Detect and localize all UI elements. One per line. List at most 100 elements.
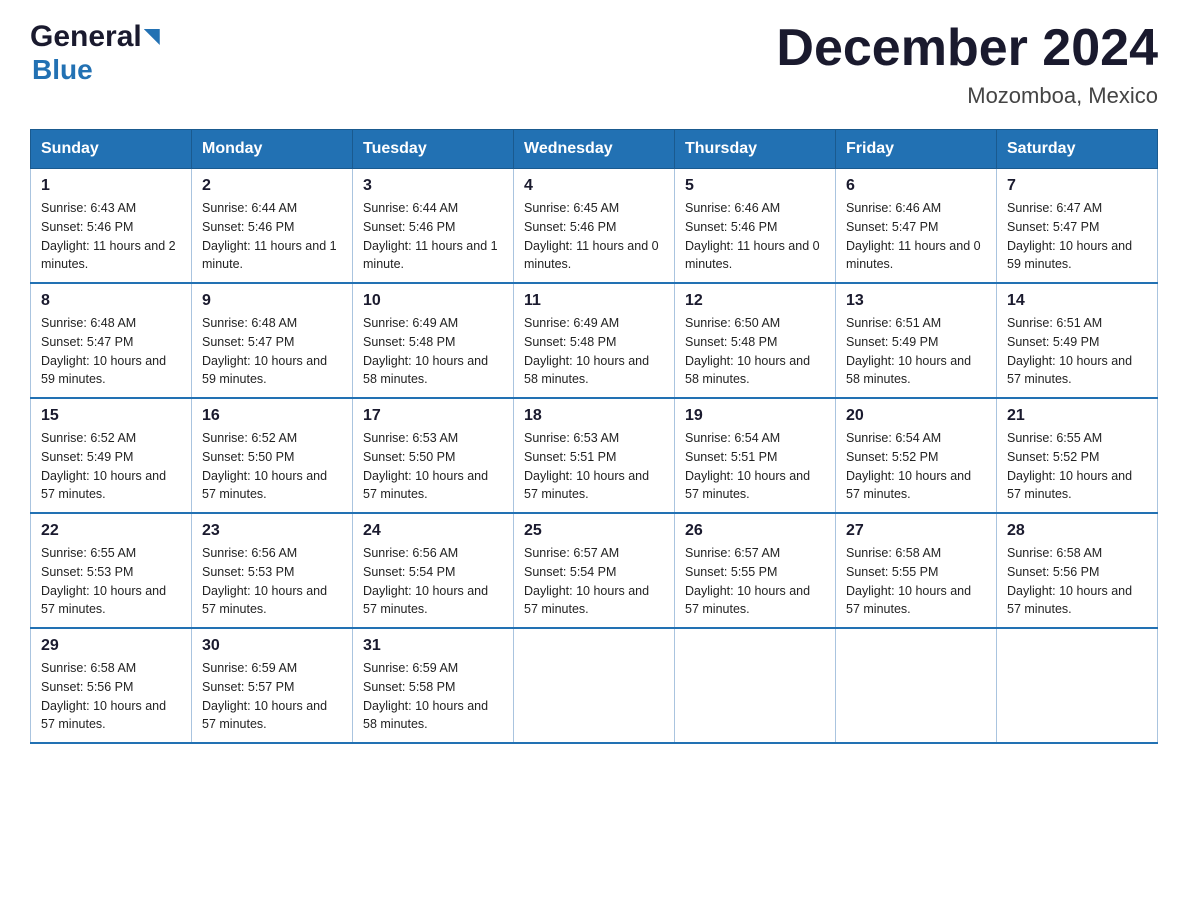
table-row: 1 Sunrise: 6:43 AMSunset: 5:46 PMDayligh… [31,169,192,284]
table-row: 3 Sunrise: 6:44 AMSunset: 5:46 PMDayligh… [353,169,514,284]
table-row: 12 Sunrise: 6:50 AMSunset: 5:48 PMDaylig… [675,283,836,398]
day-number: 25 [524,522,664,540]
day-info: Sunrise: 6:51 AMSunset: 5:49 PMDaylight:… [846,316,971,386]
table-row: 23 Sunrise: 6:56 AMSunset: 5:53 PMDaylig… [192,513,353,628]
day-info: Sunrise: 6:52 AMSunset: 5:50 PMDaylight:… [202,431,327,501]
page-header: General Blue December 2024 Mozomboa, Mex… [30,20,1158,109]
day-number: 5 [685,177,825,195]
day-info: Sunrise: 6:58 AMSunset: 5:55 PMDaylight:… [846,546,971,616]
table-row: 11 Sunrise: 6:49 AMSunset: 5:48 PMDaylig… [514,283,675,398]
day-info: Sunrise: 6:44 AMSunset: 5:46 PMDaylight:… [363,201,498,271]
day-info: Sunrise: 6:47 AMSunset: 5:47 PMDaylight:… [1007,201,1132,271]
day-number: 12 [685,292,825,310]
day-info: Sunrise: 6:56 AMSunset: 5:54 PMDaylight:… [363,546,488,616]
table-row: 31 Sunrise: 6:59 AMSunset: 5:58 PMDaylig… [353,628,514,743]
day-number: 22 [41,522,181,540]
day-number: 6 [846,177,986,195]
calendar-week-2: 8 Sunrise: 6:48 AMSunset: 5:47 PMDayligh… [31,283,1158,398]
day-info: Sunrise: 6:46 AMSunset: 5:46 PMDaylight:… [685,201,820,271]
day-info: Sunrise: 6:59 AMSunset: 5:58 PMDaylight:… [363,661,488,731]
day-number: 29 [41,637,181,655]
day-info: Sunrise: 6:48 AMSunset: 5:47 PMDaylight:… [41,316,166,386]
day-number: 15 [41,407,181,425]
day-number: 14 [1007,292,1147,310]
day-info: Sunrise: 6:50 AMSunset: 5:48 PMDaylight:… [685,316,810,386]
day-number: 30 [202,637,342,655]
table-row: 22 Sunrise: 6:55 AMSunset: 5:53 PMDaylig… [31,513,192,628]
table-row: 24 Sunrise: 6:56 AMSunset: 5:54 PMDaylig… [353,513,514,628]
table-row: 25 Sunrise: 6:57 AMSunset: 5:54 PMDaylig… [514,513,675,628]
day-info: Sunrise: 6:53 AMSunset: 5:50 PMDaylight:… [363,431,488,501]
table-row: 19 Sunrise: 6:54 AMSunset: 5:51 PMDaylig… [675,398,836,513]
day-info: Sunrise: 6:58 AMSunset: 5:56 PMDaylight:… [1007,546,1132,616]
table-row: 20 Sunrise: 6:54 AMSunset: 5:52 PMDaylig… [836,398,997,513]
day-info: Sunrise: 6:55 AMSunset: 5:52 PMDaylight:… [1007,431,1132,501]
day-number: 19 [685,407,825,425]
calendar-table: Sunday Monday Tuesday Wednesday Thursday… [30,129,1158,744]
calendar-week-5: 29 Sunrise: 6:58 AMSunset: 5:56 PMDaylig… [31,628,1158,743]
table-row: 30 Sunrise: 6:59 AMSunset: 5:57 PMDaylig… [192,628,353,743]
day-number: 11 [524,292,664,310]
table-row [836,628,997,743]
day-info: Sunrise: 6:45 AMSunset: 5:46 PMDaylight:… [524,201,659,271]
day-number: 20 [846,407,986,425]
table-row [997,628,1158,743]
table-row: 15 Sunrise: 6:52 AMSunset: 5:49 PMDaylig… [31,398,192,513]
day-number: 2 [202,177,342,195]
table-row: 28 Sunrise: 6:58 AMSunset: 5:56 PMDaylig… [997,513,1158,628]
table-row: 8 Sunrise: 6:48 AMSunset: 5:47 PMDayligh… [31,283,192,398]
day-number: 21 [1007,407,1147,425]
table-row: 4 Sunrise: 6:45 AMSunset: 5:46 PMDayligh… [514,169,675,284]
table-row [514,628,675,743]
day-info: Sunrise: 6:55 AMSunset: 5:53 PMDaylight:… [41,546,166,616]
day-info: Sunrise: 6:58 AMSunset: 5:56 PMDaylight:… [41,661,166,731]
day-number: 9 [202,292,342,310]
table-row: 16 Sunrise: 6:52 AMSunset: 5:50 PMDaylig… [192,398,353,513]
day-info: Sunrise: 6:54 AMSunset: 5:51 PMDaylight:… [685,431,810,501]
table-row: 27 Sunrise: 6:58 AMSunset: 5:55 PMDaylig… [836,513,997,628]
calendar-header-row: Sunday Monday Tuesday Wednesday Thursday… [31,130,1158,169]
logo: General Blue [30,20,162,86]
table-row: 18 Sunrise: 6:53 AMSunset: 5:51 PMDaylig… [514,398,675,513]
day-number: 10 [363,292,503,310]
header-saturday: Saturday [997,130,1158,169]
header-monday: Monday [192,130,353,169]
day-info: Sunrise: 6:46 AMSunset: 5:47 PMDaylight:… [846,201,981,271]
day-number: 28 [1007,522,1147,540]
logo-blue-text: Blue [32,54,93,85]
day-info: Sunrise: 6:59 AMSunset: 5:57 PMDaylight:… [202,661,327,731]
table-row: 14 Sunrise: 6:51 AMSunset: 5:49 PMDaylig… [997,283,1158,398]
day-number: 17 [363,407,503,425]
month-title: December 2024 [776,20,1158,77]
table-row: 2 Sunrise: 6:44 AMSunset: 5:46 PMDayligh… [192,169,353,284]
day-info: Sunrise: 6:56 AMSunset: 5:53 PMDaylight:… [202,546,327,616]
table-row: 29 Sunrise: 6:58 AMSunset: 5:56 PMDaylig… [31,628,192,743]
header-friday: Friday [836,130,997,169]
day-number: 26 [685,522,825,540]
table-row: 21 Sunrise: 6:55 AMSunset: 5:52 PMDaylig… [997,398,1158,513]
logo-general-text: General [30,20,142,54]
day-number: 1 [41,177,181,195]
day-number: 24 [363,522,503,540]
calendar-week-3: 15 Sunrise: 6:52 AMSunset: 5:49 PMDaylig… [31,398,1158,513]
table-row: 13 Sunrise: 6:51 AMSunset: 5:49 PMDaylig… [836,283,997,398]
logo-triangle [144,29,160,45]
table-row: 9 Sunrise: 6:48 AMSunset: 5:47 PMDayligh… [192,283,353,398]
day-info: Sunrise: 6:54 AMSunset: 5:52 PMDaylight:… [846,431,971,501]
table-row: 7 Sunrise: 6:47 AMSunset: 5:47 PMDayligh… [997,169,1158,284]
day-info: Sunrise: 6:48 AMSunset: 5:47 PMDaylight:… [202,316,327,386]
day-number: 27 [846,522,986,540]
day-number: 3 [363,177,503,195]
header-thursday: Thursday [675,130,836,169]
day-info: Sunrise: 6:44 AMSunset: 5:46 PMDaylight:… [202,201,337,271]
day-info: Sunrise: 6:57 AMSunset: 5:55 PMDaylight:… [685,546,810,616]
day-number: 23 [202,522,342,540]
day-info: Sunrise: 6:53 AMSunset: 5:51 PMDaylight:… [524,431,649,501]
day-info: Sunrise: 6:43 AMSunset: 5:46 PMDaylight:… [41,201,176,271]
day-number: 8 [41,292,181,310]
table-row: 17 Sunrise: 6:53 AMSunset: 5:50 PMDaylig… [353,398,514,513]
day-number: 16 [202,407,342,425]
day-info: Sunrise: 6:49 AMSunset: 5:48 PMDaylight:… [524,316,649,386]
calendar-week-4: 22 Sunrise: 6:55 AMSunset: 5:53 PMDaylig… [31,513,1158,628]
day-info: Sunrise: 6:57 AMSunset: 5:54 PMDaylight:… [524,546,649,616]
